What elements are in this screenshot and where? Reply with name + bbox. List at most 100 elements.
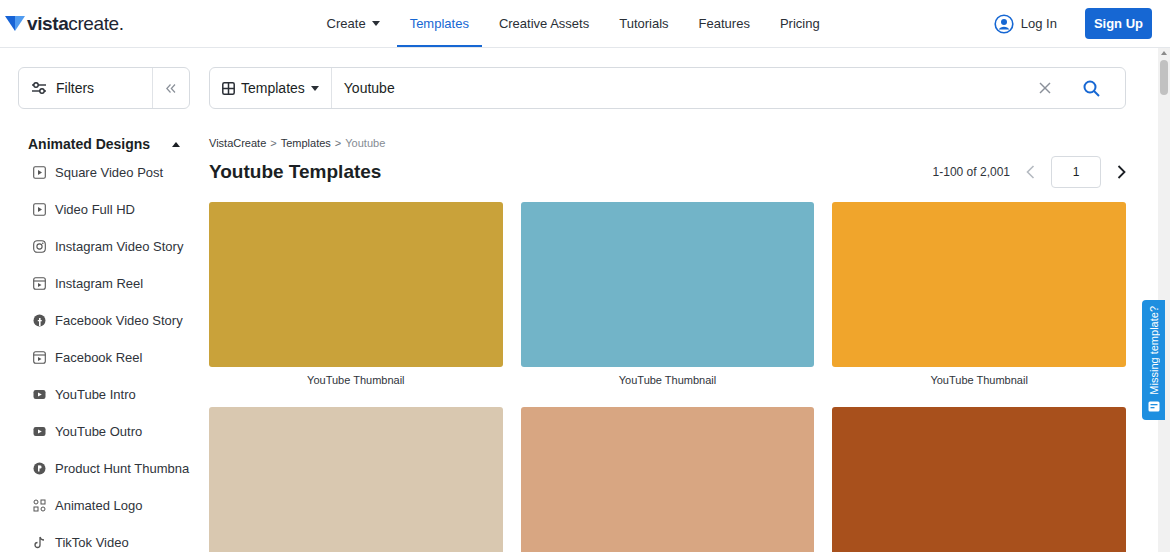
search-magnifier-icon[interactable] <box>1083 80 1100 97</box>
facebook-icon <box>33 314 46 327</box>
template-card[interactable] <box>521 407 815 552</box>
scope-dropdown[interactable]: Templates <box>210 68 332 108</box>
template-caption: YouTube Thumbnail <box>832 374 1126 387</box>
sidebar-item[interactable]: Video Full HD <box>18 191 190 228</box>
template-card[interactable]: YouTube Thumbnail <box>832 202 1126 387</box>
sidebar-item-label: Animated Logo <box>55 498 142 513</box>
template-card[interactable]: YouTube Thumbnail <box>521 202 815 387</box>
template-preview <box>832 407 1126 552</box>
nav-item[interactable]: Create <box>314 0 393 47</box>
template-preview <box>209 407 503 552</box>
scrollbar-thumb[interactable] <box>1160 60 1168 95</box>
scroll-up-arrow-icon[interactable] <box>1158 48 1170 58</box>
login-label: Log In <box>1021 16 1057 31</box>
pagination: 1-100 of 2,001 1 <box>933 156 1126 188</box>
caret-up-icon <box>172 142 180 147</box>
sidebar-item-label: TikTok Video <box>55 535 129 550</box>
nav-item[interactable]: Pricing <box>767 0 833 47</box>
sidebar-item-label: Product Hunt Thumbna <box>55 461 189 476</box>
template-caption: YouTube Thumbnail <box>209 374 503 387</box>
logo[interactable]: vistacreate. <box>5 0 124 47</box>
signup-button[interactable]: Sign Up <box>1085 8 1152 39</box>
missing-template-label: Missing template? <box>1148 306 1160 395</box>
video-icon <box>33 203 46 216</box>
sidebar-item[interactable]: Facebook Reel <box>18 339 190 376</box>
auth-area: Log In Sign Up <box>994 0 1152 47</box>
sidebar-item[interactable]: Instagram Video Story <box>18 228 190 265</box>
login-link[interactable]: Log In <box>994 14 1057 34</box>
page: vistacreate. Create Templates Creative Asse… <box>0 0 1170 552</box>
tiktok-icon <box>33 536 46 549</box>
user-icon <box>994 14 1014 34</box>
breadcrumb-item[interactable]: Templates <box>281 137 331 149</box>
sidebar-item-label: Facebook Reel <box>55 350 142 365</box>
sidebar-item[interactable]: Animated Logo <box>18 487 190 524</box>
template-preview <box>209 202 503 367</box>
nav-item[interactable]: Templates <box>397 0 482 47</box>
nav-item[interactable]: Creative Assets <box>486 0 602 47</box>
nav-label: Create <box>327 16 366 31</box>
search-actions <box>1029 68 1125 108</box>
content: Filters Animated DesignsSquare Video Post… <box>0 48 1158 552</box>
sidebar-item[interactable]: YouTube Outro <box>18 413 190 450</box>
nav-item[interactable]: Tutorials <box>606 0 681 47</box>
template-icon <box>1148 401 1160 412</box>
double-chevron-left-icon <box>166 84 176 93</box>
logo-icon <box>33 499 46 512</box>
filters-box: Filters <box>18 67 190 109</box>
sidebar-item-label: YouTube Intro <box>55 387 136 402</box>
template-card[interactable]: YouTube Thumbnail <box>209 202 503 387</box>
nav-label: Tutorials <box>619 16 668 31</box>
sidebar-item[interactable]: Square Video Post <box>18 154 190 191</box>
template-card[interactable] <box>832 407 1126 552</box>
sidebar: Filters Animated DesignsSquare Video Post… <box>18 67 190 552</box>
result-range: 1-100 of 2,001 <box>933 165 1010 179</box>
logo-bold-text: vista <box>27 13 68 35</box>
template-grid: YouTube Thumbnail YouTube Thumbnail YouTub… <box>209 202 1126 552</box>
nav-item[interactable]: Features <box>686 0 763 47</box>
producthunt-icon <box>33 462 46 475</box>
page-title: Youtube Templates <box>209 161 381 183</box>
page-input[interactable]: 1 <box>1051 156 1101 188</box>
sidebar-item[interactable]: Instagram Reel <box>18 265 190 302</box>
breadcrumb-item[interactable]: VistaCreate <box>209 137 266 149</box>
template-caption: YouTube Thumbnail <box>521 374 815 387</box>
missing-template-tab[interactable]: Missing template? <box>1142 300 1165 420</box>
caret-down-icon <box>311 86 319 91</box>
reel-icon <box>33 277 46 290</box>
sliders-icon <box>31 81 47 95</box>
sidebar-item[interactable]: Product Hunt Thumbna <box>18 450 190 487</box>
nav-label: Templates <box>410 16 469 31</box>
collapse-button[interactable] <box>152 68 189 108</box>
breadcrumb-separator: > <box>335 137 341 149</box>
sidebar-item-label: YouTube Outro <box>55 424 142 439</box>
logo-v-icon <box>5 15 25 32</box>
nav-label: Pricing <box>780 16 820 31</box>
filters-button[interactable]: Filters <box>19 68 152 108</box>
grid-icon <box>222 82 235 95</box>
logo-light-text: create. <box>68 13 123 35</box>
youtube-icon <box>33 388 46 401</box>
sidebar-item-label: Video Full HD <box>55 202 135 217</box>
video-icon <box>33 166 46 179</box>
chevron-left-icon[interactable] <box>1026 165 1035 179</box>
sidebar-item[interactable]: Facebook Video Story <box>18 302 190 339</box>
filters-label: Filters <box>56 80 94 96</box>
chevron-right-icon[interactable] <box>1117 165 1126 179</box>
nav-label: Creative Assets <box>499 16 589 31</box>
template-preview <box>521 407 815 552</box>
clear-x-icon[interactable] <box>1039 82 1051 94</box>
breadcrumb: VistaCreate>Templates>Youtube <box>209 136 1126 150</box>
top-bar: vistacreate. Create Templates Creative Asse… <box>0 0 1170 48</box>
title-row: Youtube Templates 1-100 of 2,001 1 <box>209 155 1126 189</box>
main-nav: Create Templates Creative Assets Tutorials F… <box>314 0 833 47</box>
sidebar-item-label: Instagram Reel <box>55 276 143 291</box>
search-input[interactable]: Youtube <box>332 68 1029 108</box>
instagram-icon <box>33 240 46 253</box>
sidebar-item[interactable]: TikTok Video <box>18 524 190 552</box>
template-card[interactable] <box>209 407 503 552</box>
sidebar-item[interactable]: YouTube Intro <box>18 376 190 413</box>
main-area: TemplatesYoutubeVistaCreate>Templates>Yo… <box>209 67 1126 552</box>
section-header[interactable]: Animated Designs <box>18 134 190 154</box>
sidebar-item-label: Instagram Video Story <box>55 239 183 254</box>
